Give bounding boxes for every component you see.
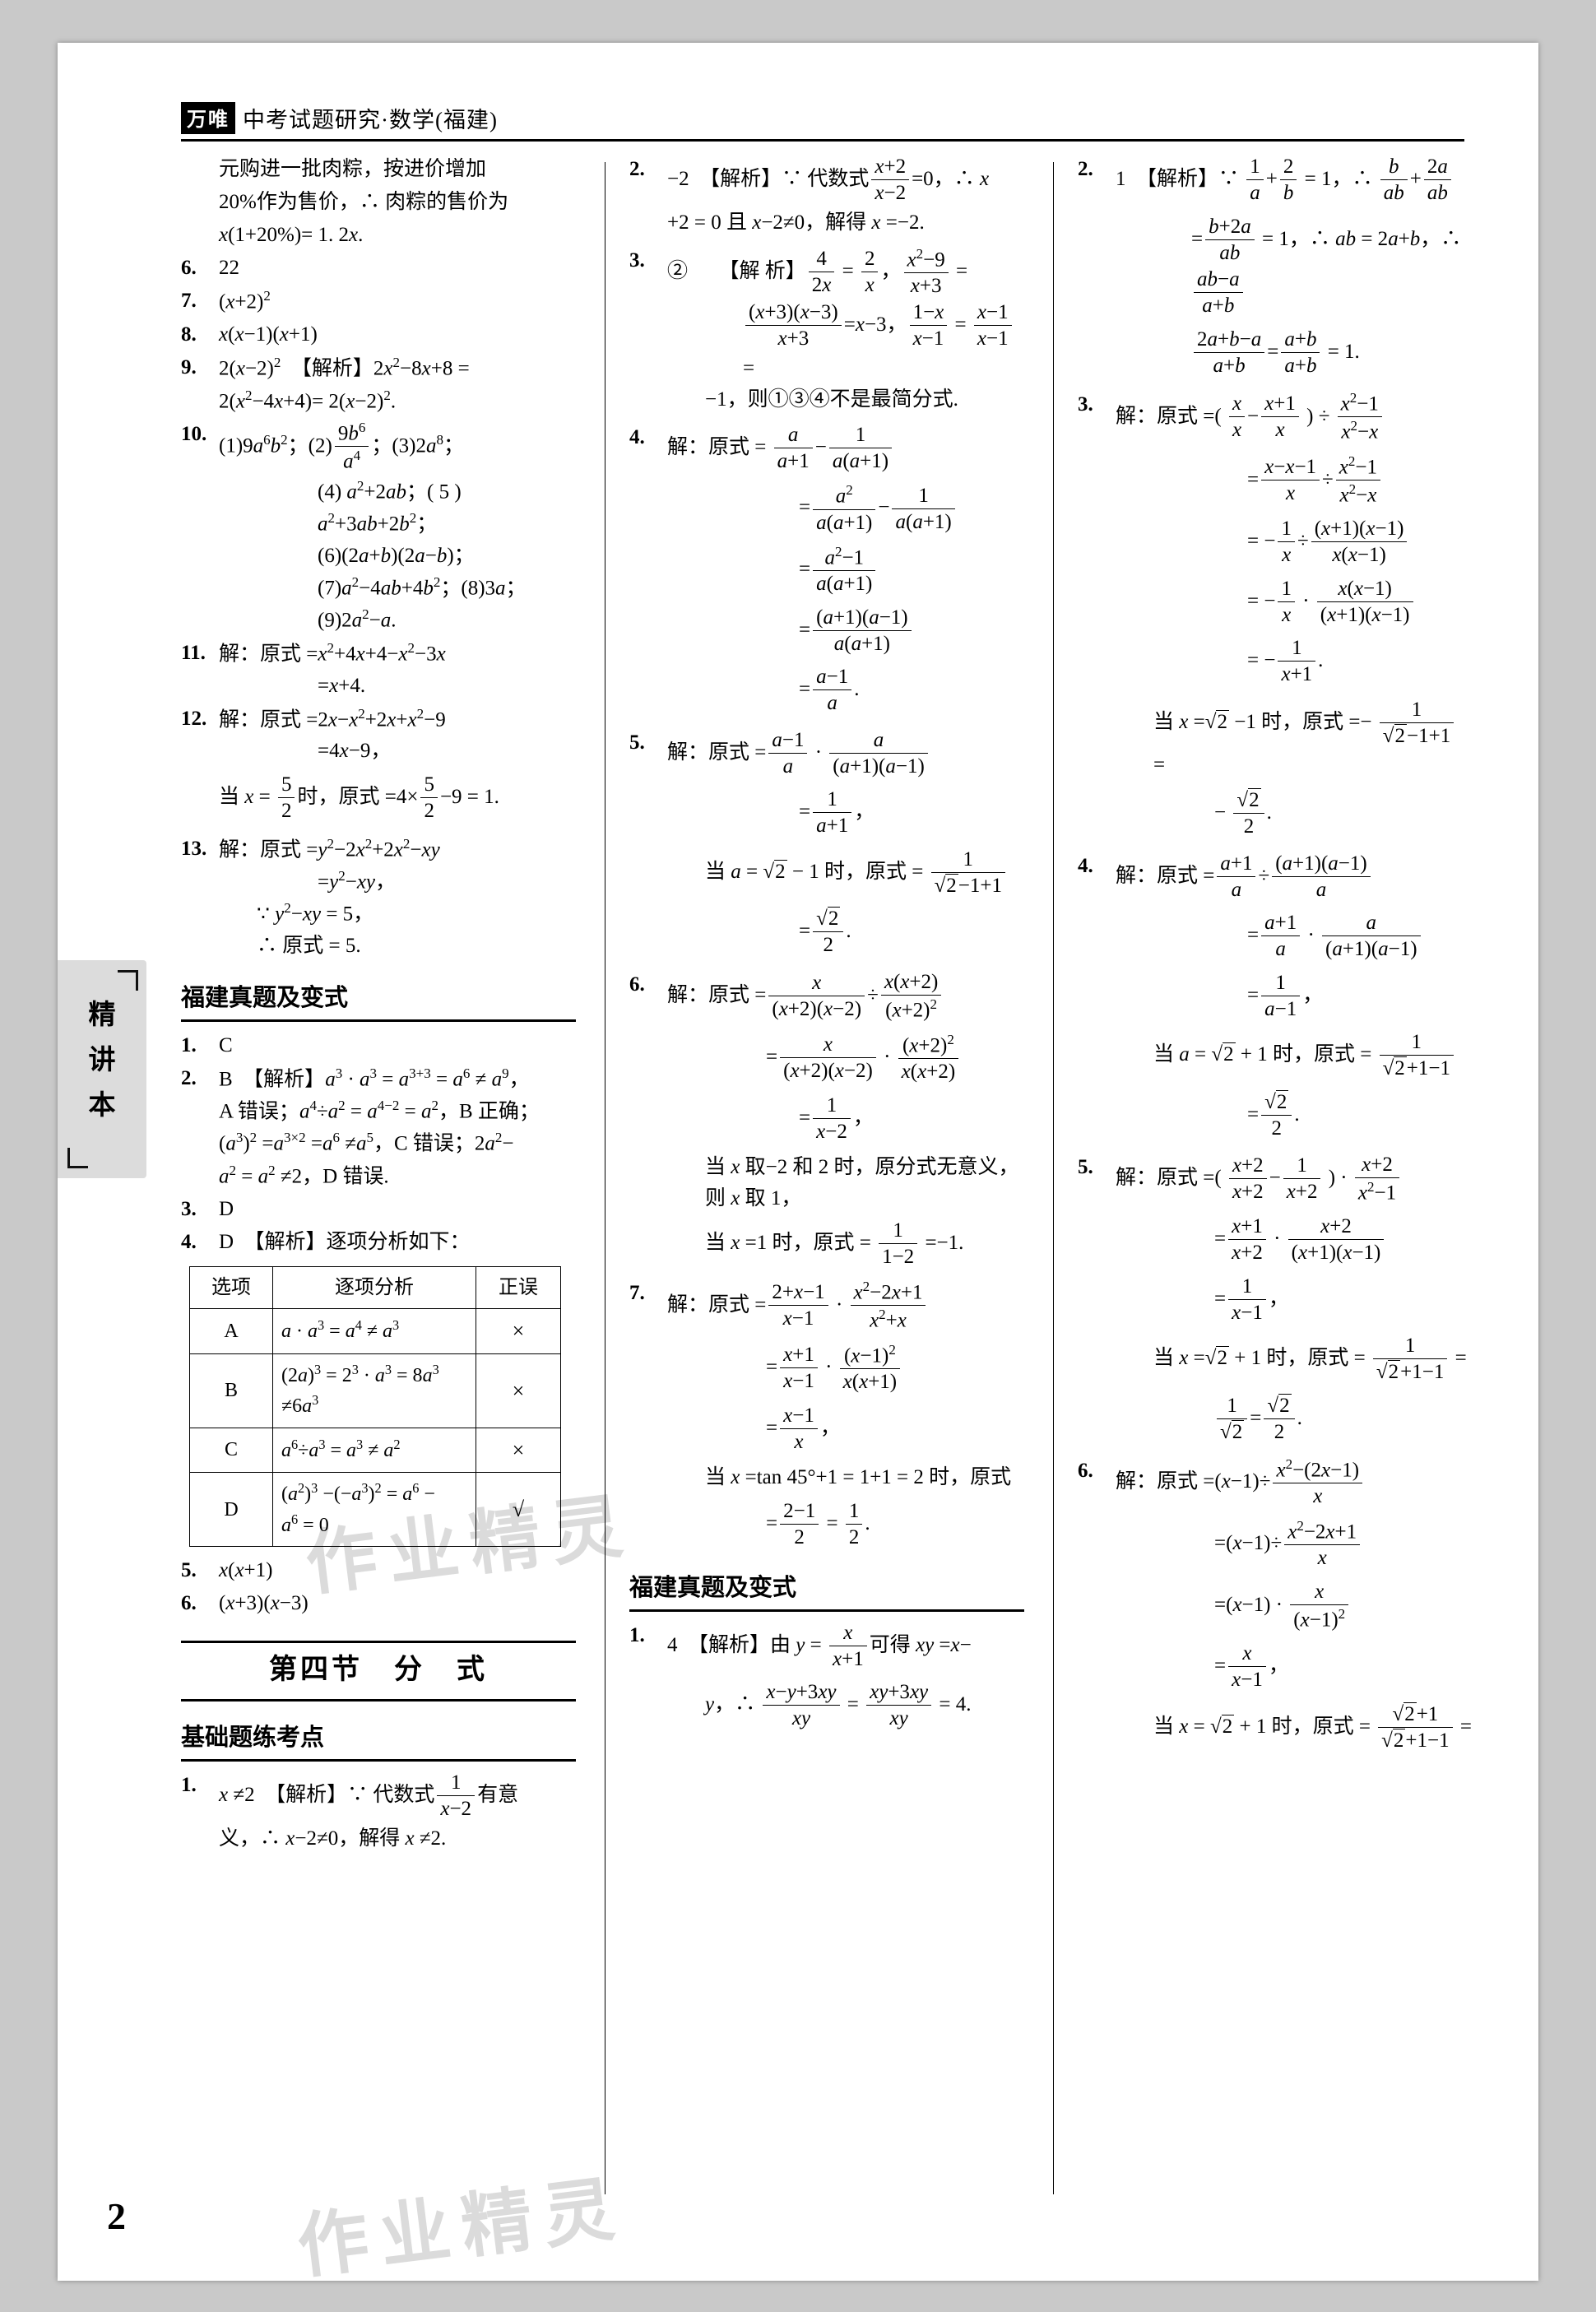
table-row: C a6÷a3 = a3 ≠ a2 ×	[189, 1427, 561, 1474]
cell-analysis: (a2)3 −(−a3)2 = a6 − a6 = 0	[272, 1472, 476, 1548]
side-tab[interactable]: 精讲本	[58, 960, 146, 1178]
table-header-row: 选项 逐项分析 正误	[189, 1265, 561, 1310]
paragraph-line: 元购进一批肉粽，按进价增加	[219, 158, 487, 180]
table-row: D (a2)3 −(−a3)2 = a6 − a6 = 0 √	[189, 1472, 561, 1548]
cell-mark: ×	[476, 1427, 561, 1474]
item-number: 10.	[181, 422, 207, 445]
table-row: B (2a)3 = 23 · a3 = 8a3 ≠6a3 ×	[189, 1353, 561, 1428]
table-header-analysis: 逐项分析	[272, 1265, 476, 1310]
cell-option: D	[189, 1472, 273, 1548]
answer-item-9: 9. 2(x−2)2 【解析】2x2−8x+8 = 2(x2−4x+4)= 2(x…	[181, 352, 576, 417]
answer-item-3: 3. 解：原式 =( x x − x+1 x ) ÷ x2−1 x2−x = x−x−1 x ÷ x…	[1078, 389, 1473, 841]
item-number: 9.	[181, 356, 197, 379]
item-number: 12.	[181, 707, 207, 730]
item-number: 4.	[629, 425, 645, 448]
table-header-option: 选项	[189, 1265, 273, 1310]
item-number: 3.	[1078, 393, 1093, 416]
cell-option: C	[189, 1427, 273, 1474]
column-1: 元购进一批肉粽，按进价增加 20%作为售价，∴ 肉粽的售价为 x(1+20%)=…	[181, 154, 576, 2215]
answer-item-11: 11. 解：原式 =x2+4x+4−x2−3x =x+4.	[181, 638, 576, 701]
answer-item-13: 13. 解：原式 =y2−2x2+2x2−xy =y2−xy， ∵ y2−xy =…	[181, 833, 576, 962]
item-number: 5.	[181, 1559, 197, 1582]
item-number: 11.	[181, 642, 206, 665]
cell-mark: ×	[476, 1308, 561, 1354]
answer-item-4: 4. D 【解析】逐项分析如下：	[181, 1227, 576, 1258]
side-tab-label: 精讲本	[88, 1000, 116, 1121]
item-number: 5.	[1078, 1156, 1093, 1179]
item-number: 7.	[181, 290, 197, 312]
answer-item-6: 6. 22	[181, 253, 576, 284]
item-number: 13.	[181, 837, 207, 860]
item-number: 3.	[629, 248, 645, 272]
item-number: 5.	[629, 731, 645, 754]
item-number: 7.	[629, 1281, 645, 1304]
item-number: 2.	[629, 158, 645, 180]
item-number: 1.	[181, 1774, 197, 1797]
answer-item-7: 7. (x+2)2	[181, 286, 576, 318]
answer-item-3: 3. ② 【解 析】 4 2x = 2 x， x2−9 x+3 = (x+3)(x−3) x+…	[629, 245, 1024, 416]
item-number: 4.	[181, 1230, 197, 1253]
cell-mark: ×	[476, 1353, 561, 1428]
page-header: 万唯 中考试题研究·数学(福建)	[181, 102, 1464, 142]
answer-item-2: 2. B 【解析】a3 · a3 = a3+3 = a6 ≠ a9， A 错误；a…	[181, 1063, 576, 1192]
item-number: 6.	[1078, 1460, 1093, 1483]
item-number: 3.	[181, 1197, 197, 1220]
column-3: 2. 1 【解析】∵ 1 a +2 b = 1，∴ b ab +2a ab = b+2a ab =…	[1078, 154, 1473, 2215]
answer-item-7: 7. 解：原式 = 2+x−1 x−1 · x2−2x+1 x2+x = x+1 x−1 ·…	[629, 1278, 1012, 1549]
corner-bracket-icon	[118, 970, 138, 991]
paragraph-line: x(1+20%)= 1. 2x.	[219, 224, 364, 246]
subsection-heading: 基础题练考点	[181, 1720, 576, 1762]
paragraph-line: 20%作为售价，∴ 肉粽的售价为	[219, 191, 509, 213]
section-heading-fujian-1: 福建真题及变式	[181, 980, 576, 1022]
header-title: 中考试题研究·数学(福建)	[243, 108, 498, 132]
item-number: 4.	[1078, 854, 1093, 877]
table-header-mark: 正误	[476, 1265, 561, 1310]
option-analysis-table: 选项 逐项分析 正误 A a · a3 = a4 ≠ a3 × B (2a)3 …	[189, 1265, 561, 1548]
answer-item-1: 1. C	[181, 1030, 576, 1061]
page-number: 2	[107, 2195, 126, 2237]
item-number: 1.	[181, 1033, 197, 1056]
table-row: A a · a3 = a4 ≠ a3 ×	[189, 1308, 561, 1354]
item-number: 2.	[1078, 158, 1093, 180]
item-number: 6.	[629, 973, 645, 996]
column-2: 2. −2 【解析】∵ 代数式 x+2 x−2 =0，∴ x +2 = 0 且 x−2≠…	[629, 154, 1024, 2215]
cell-option: A	[189, 1308, 273, 1354]
answer-item-5: 5. x(x+1)	[181, 1555, 576, 1586]
answer-item-3: 3. D	[181, 1194, 576, 1225]
answer-item-6b: 6. (x+3)(x−3)	[181, 1588, 576, 1619]
answer-item-8: 8. x(x−1)(x+1)	[181, 319, 576, 351]
answer-item-1: 1. 4 【解析】由 y = x x+1 可得 xy =x− y，∴ x−y+3xy x…	[629, 1621, 972, 1730]
item-number: 6.	[181, 1592, 197, 1615]
column-divider	[1053, 162, 1054, 2194]
item-number: 6.	[181, 257, 197, 279]
answer-item-10: 10. (1)9a6b2；(2) 9b6 a4 ；(3)2a8； (4) a2+2ab；…	[181, 419, 527, 632]
answer-item-4: 4. 解：原式 = a+1 a ÷ (a+1)(a−1) a = a+1 a · a (a+1)(…	[1078, 851, 1473, 1143]
cell-analysis: (2a)3 = 23 · a3 = 8a3 ≠6a3	[272, 1353, 476, 1428]
answer-item-6: 6. 解：原式 =(x−1)÷ x2−(2x−1) x =(x−1)÷ x2−2x+1 x…	[1078, 1456, 1472, 1753]
answer-item-6: 6. 解：原式 = x (x+2)(x−2) ÷ x(x+2) (x+2)2 = x (x+2)…	[629, 970, 1019, 1269]
item-number: 2.	[181, 1066, 197, 1089]
item-number: 8.	[181, 323, 197, 346]
cell-option: B	[189, 1353, 273, 1428]
content-columns: 元购进一批肉粽，按进价增加 20%作为售价，∴ 肉粽的售价为 x(1+20%)=…	[181, 154, 1473, 2219]
corner-bracket-icon	[67, 1148, 88, 1168]
answer-item-2: 2. 1 【解析】∵ 1 a +2 b = 1，∴ b ab +2a ab = b+2a ab =…	[1078, 156, 1462, 377]
brand-logo: 万唯	[181, 102, 235, 134]
cell-mark: √	[476, 1472, 561, 1548]
answer-item-5: 5. 解：原式 = a−1 a · a (a+1)(a−1) = 1 a+1， 当 a = …	[629, 727, 1024, 959]
answer-item-2: 2. −2 【解析】∵ 代数式 x+2 x−2 =0，∴ x +2 = 0 且 x−2≠…	[629, 156, 990, 234]
answer-item-1b: 1. x ≠2 【解析】∵ 代数式 1 x−2 有意 义，∴ x−2≠0，解得 x ≠2…	[181, 1771, 519, 1850]
section-heading-fujian-2: 福建真题及变式	[629, 1570, 1024, 1612]
answer-item-12: 12. 解：原式 =2x−x2+2x+x2−9 =4x−9， 当 x = 5 2 时，…	[181, 703, 576, 825]
answer-key-page: 万唯 中考试题研究·数学(福建) 精讲本 2 作业精灵 作业精灵 元购进一批肉粽，…	[58, 43, 1538, 2281]
item-number: 1.	[629, 1623, 645, 1646]
chapter-heading: 第四节 分 式	[181, 1641, 576, 1702]
answer-item-5: 5. 解：原式 =( x+2 x+2−1 x+2 ) · x+2 x2−1 = x+1 x+…	[1078, 1154, 1467, 1443]
answer-item-4: 4. 解：原式 = a a+1−1 a(a+1) = a2 a(a+1) −1 a(a+1) …	[629, 422, 1024, 717]
cell-analysis: a · a3 = a4 ≠ a3	[272, 1308, 476, 1354]
cell-analysis: a6÷a3 = a3 ≠ a2	[272, 1427, 476, 1474]
